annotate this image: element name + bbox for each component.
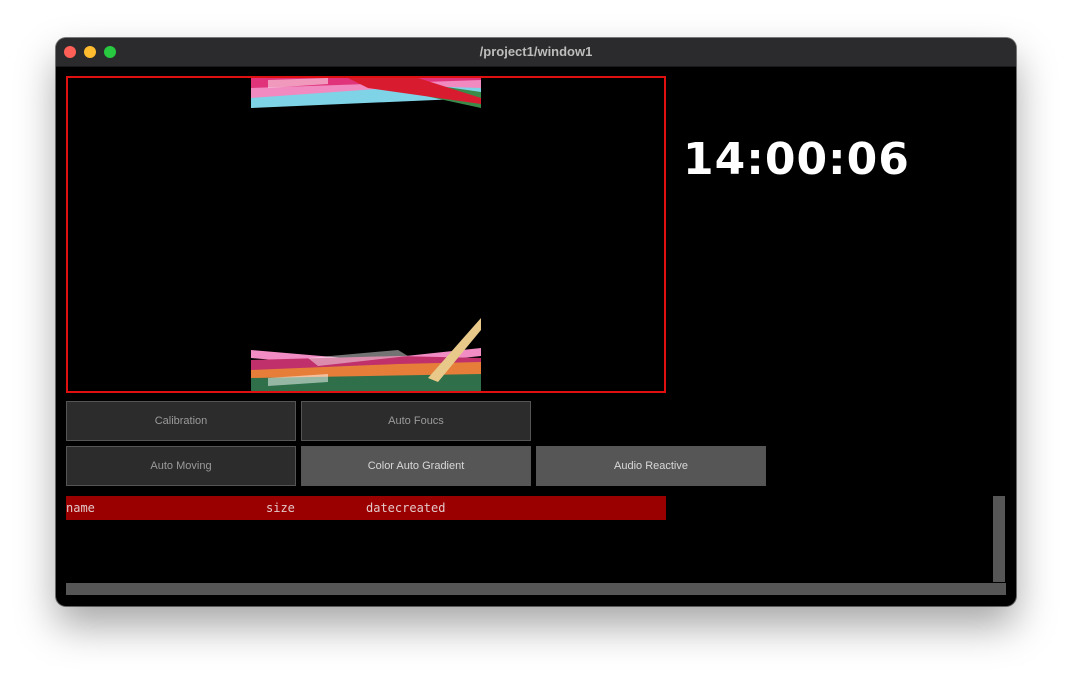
vertical-scrollbar[interactable] bbox=[993, 496, 1005, 582]
color-auto-gradient-button[interactable]: Color Auto Gradient bbox=[301, 446, 531, 486]
horizontal-scrollbar[interactable] bbox=[66, 583, 1006, 595]
column-header-datecreated[interactable]: datecreated bbox=[366, 496, 445, 521]
app-window: /project1/window1 14:00:06 Calibration A… bbox=[56, 38, 1016, 606]
preview-stripes-image bbox=[251, 78, 481, 391]
window-title: /project1/window1 bbox=[479, 44, 593, 59]
column-header-size[interactable]: size bbox=[266, 496, 295, 521]
video-preview bbox=[66, 76, 666, 393]
column-header-name[interactable]: name bbox=[66, 496, 95, 521]
calibration-button[interactable]: Calibration bbox=[66, 401, 296, 441]
title-bar[interactable]: /project1/window1 bbox=[56, 38, 1016, 67]
clock-display: 14:00:06 bbox=[683, 134, 910, 185]
auto-focus-button[interactable]: Auto Foucs bbox=[301, 401, 531, 441]
auto-moving-button[interactable]: Auto Moving bbox=[66, 446, 296, 486]
file-table-header: name size datecreated bbox=[66, 496, 666, 520]
audio-reactive-button[interactable]: Audio Reactive bbox=[536, 446, 766, 486]
